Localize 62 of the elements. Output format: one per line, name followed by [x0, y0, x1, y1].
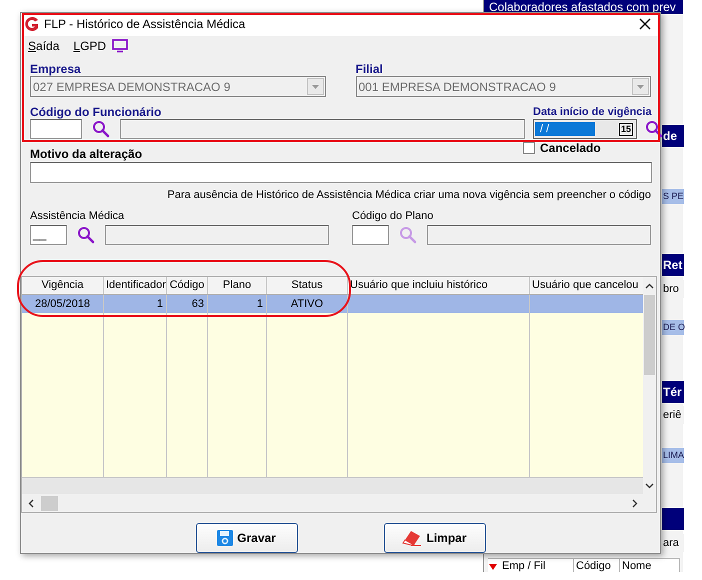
caret-icon [632, 78, 649, 96]
section-header: Tér [662, 381, 684, 403]
search-icon[interactable] [77, 226, 95, 244]
caret-icon [306, 78, 324, 96]
monitor-icon[interactable] [112, 39, 128, 54]
menu-item[interactable]: LGPD [73, 37, 106, 56]
section-header [662, 508, 684, 530]
column-header[interactable]: Plano [208, 276, 267, 294]
section-header: Ret [662, 254, 684, 276]
table-row[interactable]: 28/05/2018 1 63 1 ATIVO [22, 294, 644, 313]
field-label: Código do Funcionário [30, 105, 162, 120]
column-header[interactable]: Identificador [104, 276, 167, 294]
dropdown-field[interactable]: 001 EMPRESA DEMONSTRACAO 9 [356, 76, 651, 98]
input-field[interactable] [30, 119, 82, 140]
vertical-scrollbar[interactable] [643, 276, 656, 494]
input-field[interactable] [427, 224, 651, 245]
column-header[interactable]: Status [267, 276, 348, 294]
checkbox[interactable] [523, 142, 535, 154]
list-row: S PE [662, 189, 684, 204]
input-field[interactable] [30, 162, 652, 184]
date-field[interactable]: / / 15 [533, 119, 637, 140]
field-label: Código do Plano [352, 208, 434, 223]
input-field[interactable] [352, 224, 389, 245]
hint-text: Para ausência de Histórico de Assistência Médica criar uma nova vigência sem preencher o código [167, 188, 651, 204]
logo-icon [24, 16, 40, 32]
field-label: Filial [356, 62, 384, 76]
column-header[interactable]: Código [574, 559, 620, 572]
column-header[interactable]: Nome [620, 559, 680, 572]
column-header[interactable]: Emp / Fil [500, 559, 574, 572]
eraser-icon [402, 530, 422, 546]
search-icon[interactable] [645, 120, 663, 138]
column-header[interactable]: Código [167, 276, 208, 294]
search-icon[interactable] [92, 120, 110, 138]
list-row: LIMA [662, 448, 684, 463]
close-icon[interactable] [639, 18, 651, 30]
field-label: Empresa [30, 62, 82, 76]
list-row: eriê [662, 406, 684, 424]
list-row: bro [662, 280, 684, 298]
clear-button[interactable]: Limpar [384, 523, 486, 554]
scroll-thumb[interactable] [41, 496, 58, 511]
horizontal-scrollbar[interactable] [22, 494, 656, 512]
list-row: DE O [662, 320, 684, 335]
dropdown-field[interactable]: 027 EMPRESA DEMONSTRACAO 9 [30, 76, 326, 98]
scroll-thumb[interactable] [644, 294, 656, 375]
input-field[interactable]: __ [30, 224, 67, 245]
field-label: Assistência Médica [30, 208, 126, 223]
table-cell: 1 [104, 294, 167, 313]
sort-arrow-icon [488, 562, 498, 572]
input-field[interactable] [105, 224, 329, 245]
window-title: FLP - Histórico de Assistência Médica [44, 16, 246, 34]
menu-item[interactable]: Saída [28, 37, 60, 56]
table-cell: ATIVO [267, 294, 348, 313]
save-button[interactable]: Gravar [196, 523, 298, 554]
section-header: de [662, 125, 684, 147]
table-cell: 1 [208, 294, 267, 313]
table-cell: 28/05/2018 [22, 294, 104, 313]
calendar-button[interactable]: 15 [618, 122, 633, 136]
field-label: Data início de vigência [533, 105, 653, 120]
column-header[interactable]: Vigência [22, 276, 104, 294]
table-cell: 63 [167, 294, 208, 313]
checkbox-label: Cancelado [540, 140, 601, 155]
list-row: ara [662, 534, 684, 552]
